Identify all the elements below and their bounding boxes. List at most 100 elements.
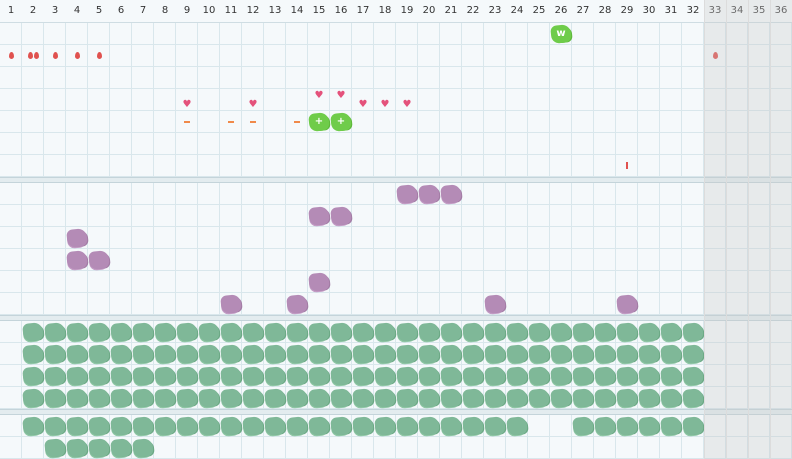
green-bush[interactable] [88,416,110,436]
column-label-33[interactable]: 33 [704,0,726,22]
green-bush[interactable] [550,322,572,342]
green-bush[interactable] [374,322,396,342]
green-bush[interactable] [374,416,396,436]
green-bush[interactable] [616,366,638,386]
green-bush[interactable] [66,416,88,436]
green-bush[interactable] [418,366,440,386]
green-bush[interactable] [374,344,396,364]
column-label-17[interactable]: 17 [352,0,374,22]
green-bush[interactable] [682,344,704,364]
heart-icon[interactable]: ♥ [357,99,369,111]
green-bush[interactable] [132,416,154,436]
purple-bush[interactable] [440,184,462,204]
green-bush[interactable] [638,388,660,408]
green-bush[interactable] [528,322,550,342]
green-bush[interactable] [594,388,616,408]
green-bush[interactable] [550,388,572,408]
green-bush[interactable] [396,322,418,342]
green-bush[interactable] [154,388,176,408]
green-bush[interactable] [286,322,308,342]
green-bush[interactable] [44,438,66,458]
heart-icon[interactable]: ♥ [247,99,259,111]
green-bush[interactable] [308,366,330,386]
green-bush[interactable] [330,344,352,364]
purple-bush[interactable] [220,294,242,314]
green-bush[interactable] [682,322,704,342]
green-bush[interactable] [330,388,352,408]
green-bush[interactable] [440,322,462,342]
green-bush[interactable] [198,366,220,386]
purple-bush[interactable] [66,250,88,270]
green-bush[interactable] [286,388,308,408]
green-bush[interactable] [528,366,550,386]
green-bush[interactable] [506,322,528,342]
tick-marker[interactable] [626,162,628,169]
green-bush[interactable] [374,388,396,408]
green-bush[interactable] [418,388,440,408]
column-label-24[interactable]: 24 [506,0,528,22]
green-bush[interactable] [506,388,528,408]
column-label-27[interactable]: 27 [572,0,594,22]
dash-marker[interactable] [184,121,190,123]
green-bush[interactable] [506,416,528,436]
green-bush[interactable] [154,366,176,386]
green-bush[interactable] [198,344,220,364]
green-bush[interactable] [462,322,484,342]
green-bush[interactable] [484,416,506,436]
green-bush[interactable] [242,344,264,364]
green-bush[interactable] [220,366,242,386]
drop-icon[interactable] [713,52,718,59]
green-bush[interactable] [88,344,110,364]
purple-bush[interactable] [308,272,330,292]
green-bush[interactable] [264,366,286,386]
green-bush[interactable] [418,416,440,436]
green-bush[interactable] [550,344,572,364]
green-bush[interactable] [616,344,638,364]
column-label-31[interactable]: 31 [660,0,682,22]
green-bush[interactable] [506,344,528,364]
green-bush[interactable] [484,322,506,342]
green-bush[interactable] [330,366,352,386]
column-label-9[interactable]: 9 [176,0,198,22]
green-bush[interactable] [352,416,374,436]
column-label-36[interactable]: 36 [770,0,792,22]
green-bush[interactable] [352,322,374,342]
column-label-21[interactable]: 21 [440,0,462,22]
green-bush[interactable] [396,388,418,408]
green-bush[interactable] [418,322,440,342]
green-bush[interactable] [110,344,132,364]
green-bush[interactable] [418,344,440,364]
column-label-25[interactable]: 25 [528,0,550,22]
green-bush[interactable] [286,416,308,436]
green-bush[interactable] [88,438,110,458]
green-bush[interactable] [264,388,286,408]
drop-icon[interactable] [97,52,102,59]
green-bush[interactable] [110,388,132,408]
green-bush[interactable] [352,344,374,364]
green-bush[interactable] [220,416,242,436]
column-label-16[interactable]: 16 [330,0,352,22]
green-bush[interactable] [528,344,550,364]
green-bush[interactable] [88,388,110,408]
green-bush[interactable] [110,438,132,458]
green-bush[interactable] [616,416,638,436]
green-bush[interactable] [220,388,242,408]
green-bush[interactable] [66,438,88,458]
drop-icon[interactable] [75,52,80,59]
heart-icon[interactable]: ♥ [401,99,413,111]
green-bush[interactable] [396,366,418,386]
green-bush[interactable] [440,388,462,408]
heart-icon[interactable]: ♥ [181,99,193,111]
column-label-13[interactable]: 13 [264,0,286,22]
column-label-11[interactable]: 11 [220,0,242,22]
column-label-26[interactable]: 26 [550,0,572,22]
green-bush[interactable] [220,344,242,364]
panel-purple[interactable] [0,183,792,315]
dash-marker[interactable] [228,121,234,123]
green-bush[interactable] [352,366,374,386]
green-bush[interactable] [242,366,264,386]
green-bush[interactable] [308,388,330,408]
green-bush[interactable] [176,322,198,342]
green-bush[interactable] [638,344,660,364]
green-bush[interactable] [308,322,330,342]
